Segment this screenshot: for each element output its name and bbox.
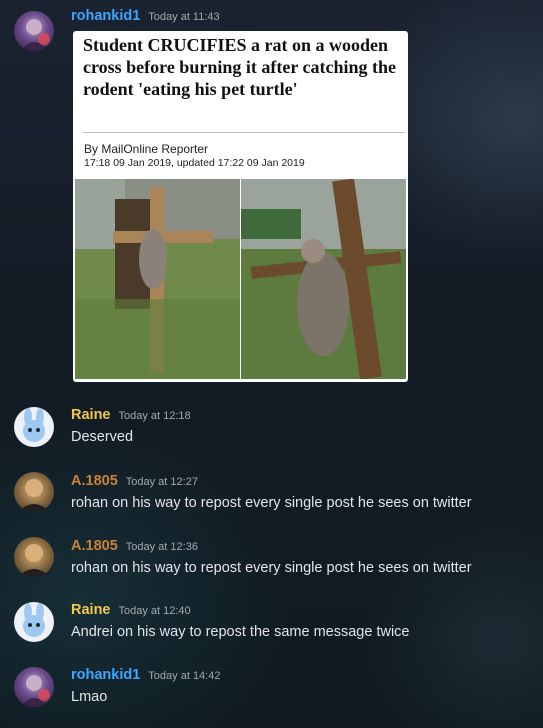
username[interactable]: rohankid1	[71, 667, 140, 683]
username[interactable]: A.1805	[71, 473, 118, 489]
bunny-mascot-avatar-icon[interactable]	[14, 407, 54, 447]
message-content: Lmao	[71, 689, 108, 705]
message-timestamp: Today at 11:43	[148, 11, 220, 23]
username[interactable]: Raine	[71, 602, 111, 618]
article-photo-right	[241, 179, 406, 379]
username[interactable]: Raine	[71, 407, 111, 423]
username[interactable]: rohankid1	[71, 8, 140, 24]
message-content: Andrei on his way to repost the same mes…	[71, 624, 410, 640]
user-photo-avatar-icon[interactable]	[14, 472, 54, 512]
user-avatar-icon[interactable]	[14, 667, 54, 707]
message-timestamp: Today at 12:27	[125, 476, 198, 488]
bunny-mascot-avatar-icon[interactable]	[14, 602, 54, 642]
article-divider	[83, 132, 405, 133]
chat-message-list: rohankid1 Today at 11:43 Student CRUCIFI…	[0, 0, 543, 728]
message-timestamp: Today at 12:36	[125, 541, 198, 553]
message-timestamp: Today at 14:42	[148, 670, 221, 682]
article-dateline: 17:18 09 Jan 2019, updated 17:22 09 Jan …	[84, 157, 305, 169]
message-content: Deserved	[71, 429, 134, 445]
image-attachment[interactable]: Student CRUCIFIES a rat on a wooden cros…	[73, 31, 408, 382]
user-photo-avatar-icon[interactable]	[14, 537, 54, 577]
article-byline: By MailOnline Reporter	[84, 142, 209, 156]
user-avatar-icon[interactable]	[14, 11, 54, 51]
message-timestamp: Today at 12:40	[118, 605, 191, 617]
article-headline: Student CRUCIFIES a rat on a wooden cros…	[83, 35, 396, 99]
article-photo-left	[75, 179, 240, 379]
message-timestamp: Today at 12:18	[118, 410, 191, 422]
username[interactable]: A.1805	[71, 538, 118, 554]
message-content: rohan on his way to repost every single …	[71, 560, 472, 576]
message-content: rohan on his way to repost every single …	[71, 495, 472, 511]
